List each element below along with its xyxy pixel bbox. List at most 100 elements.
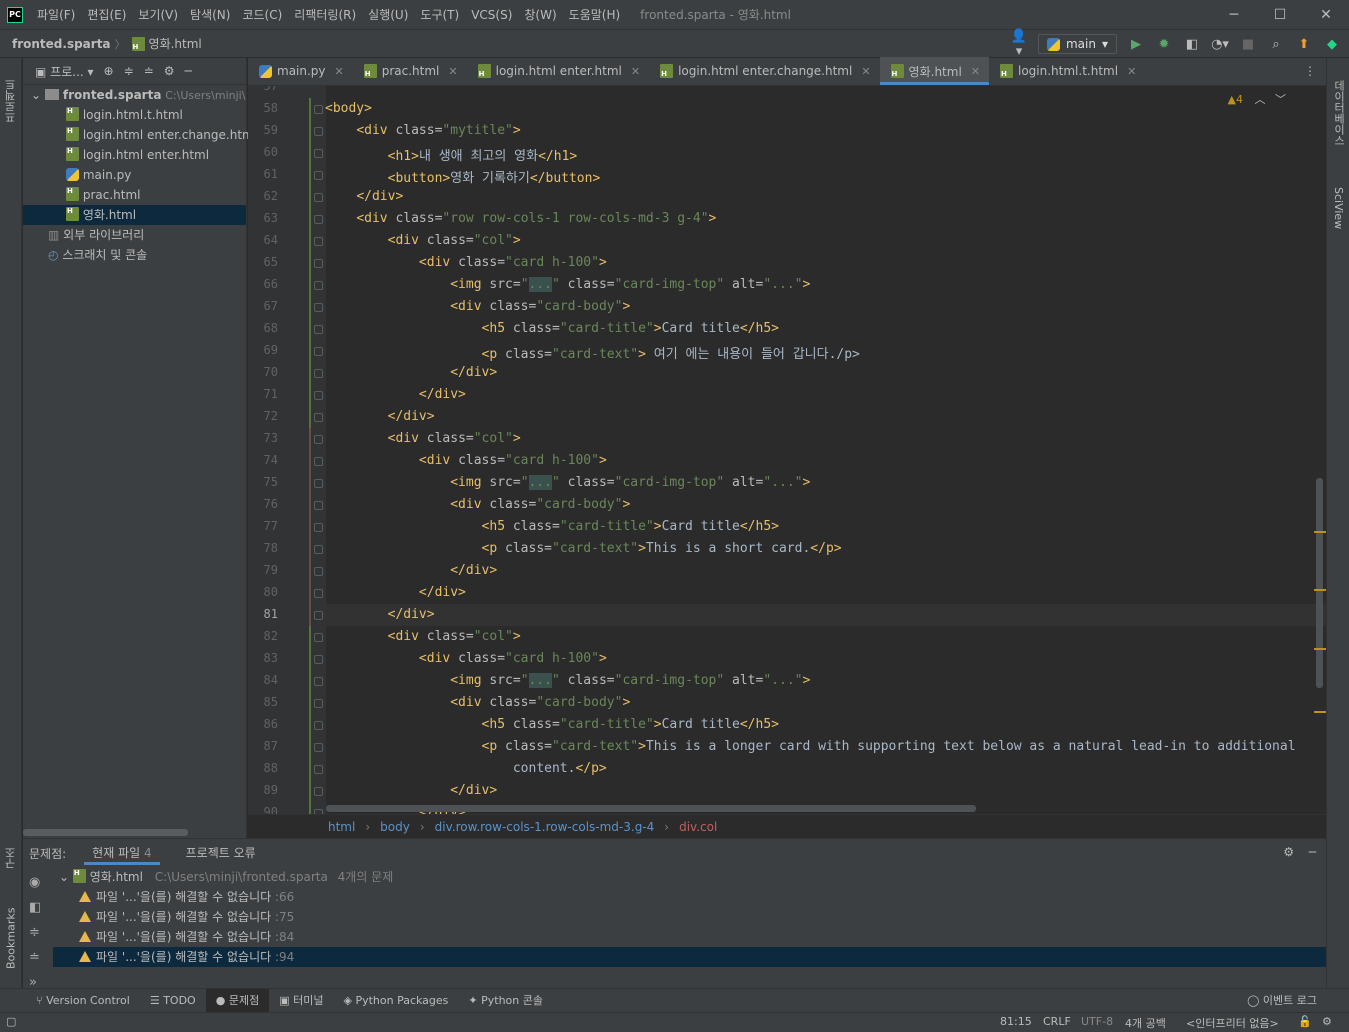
tab-main-py[interactable]: main.py ✕ xyxy=(248,57,353,85)
fold-marker-icon[interactable] xyxy=(314,171,323,180)
tab-project-errors[interactable]: 프로젝트 오류 xyxy=(178,839,264,867)
tab-problems[interactable]: ● 문제점 xyxy=(205,988,270,1013)
tree-file[interactable]: login.html enter.change.html xyxy=(23,121,257,145)
interpreter-selector[interactable]: <인터프리터 없음> xyxy=(1186,1015,1279,1031)
close-tab-icon[interactable]: ✕ xyxy=(335,65,344,78)
menu-window[interactable]: 창(W) xyxy=(518,0,562,30)
gear-icon[interactable]: ⚙ xyxy=(164,64,175,78)
code-line[interactable]: <h5 class="card-title">Card title</h5> xyxy=(325,519,779,534)
menu-help[interactable]: 도움말(H) xyxy=(563,0,627,30)
hide-icon[interactable]: ─ xyxy=(1309,845,1316,859)
project-tool-tab[interactable]: 프로젝트 xyxy=(0,66,22,136)
tab-version-control[interactable]: ⑂ Version Control xyxy=(26,989,140,1013)
fold-marker-icon[interactable] xyxy=(314,523,323,532)
maximize-icon[interactable]: ☐ xyxy=(1257,0,1303,30)
run-icon[interactable]: ▶ xyxy=(1127,37,1145,52)
fold-marker-icon[interactable] xyxy=(314,391,323,400)
tree-file[interactable]: login.html enter.html xyxy=(23,141,246,165)
problem-file-row[interactable]: ⌄ 영화.html C:\Users\minji\fronted.sparta … xyxy=(53,863,1326,887)
code-line[interactable]: </div> xyxy=(325,563,497,578)
code-line[interactable]: <div class="card-body"> xyxy=(325,299,630,314)
code-line[interactable]: </div> xyxy=(325,607,435,622)
stop-icon[interactable]: ■ xyxy=(1239,37,1257,52)
code-line[interactable]: <div class="col"> xyxy=(325,629,521,644)
warning-marker[interactable] xyxy=(1314,648,1326,650)
fold-marker-icon[interactable] xyxy=(314,237,323,246)
fold-marker-icon[interactable] xyxy=(314,721,323,730)
close-tab-icon[interactable]: ✕ xyxy=(448,65,457,78)
code-line[interactable]: </div> xyxy=(325,189,403,204)
code-line[interactable]: <button>영화 기록하기</button> xyxy=(325,167,601,186)
tree-root[interactable]: ⌄ fronted.sparta C:\Users\minji\ xyxy=(23,85,246,105)
code-line[interactable]: content.</p> xyxy=(325,761,607,776)
code-line[interactable]: <h5 class="card-title">Card title</h5> xyxy=(325,717,779,732)
tab-current-file[interactable]: 현재 파일 4 xyxy=(84,839,161,867)
menu-run[interactable]: 실행(U) xyxy=(362,0,414,30)
code-line[interactable]: <div class="card-body"> xyxy=(325,695,630,710)
fold-marker-icon[interactable] xyxy=(314,369,323,378)
breadcrumb-div-col[interactable]: div.col xyxy=(679,820,717,834)
hide-icon[interactable]: ─ xyxy=(185,64,192,78)
code-editor[interactable]: 57 58 59 60 61 62 63 64 65 66 67 68 69 70 71 72 73 74 75 76… xyxy=(248,86,1326,814)
lock-icon[interactable]: 🔓 xyxy=(1298,1015,1312,1028)
run-config-selector[interactable]: main ▾ xyxy=(1037,34,1117,54)
tree-file[interactable]: prac.html xyxy=(23,181,246,205)
vcs-change-marker[interactable] xyxy=(309,428,311,626)
code-line[interactable]: <h5 class="card-title">Card title</h5> xyxy=(325,321,779,336)
close-tab-icon[interactable]: ✕ xyxy=(861,65,870,78)
indent-setting[interactable]: 4개 공백 xyxy=(1125,1015,1166,1031)
vcs-change-marker[interactable] xyxy=(309,626,311,814)
fold-marker-icon[interactable] xyxy=(314,149,323,158)
tab-prac-html[interactable]: prac.html✕ xyxy=(353,57,467,85)
eye-icon[interactable]: ◉ xyxy=(29,875,41,890)
code-line[interactable]: <h1>내 생애 최고의 영화</h1> xyxy=(325,145,578,164)
vertical-scrollbar[interactable] xyxy=(1316,478,1323,688)
code-line[interactable]: </div> xyxy=(325,585,466,600)
tree-scratches[interactable]: ◴ 스크래치 및 콘솔 xyxy=(23,245,246,265)
fold-marker-icon[interactable] xyxy=(314,501,323,510)
preview-icon[interactable]: ◧ xyxy=(29,900,41,915)
breadcrumb-div-row[interactable]: div.row.row-cols-1.row-cols-md-3.g-4 xyxy=(435,820,655,834)
tree-external-libraries[interactable]: ▥ 외부 라이브러리 xyxy=(23,225,246,245)
code-line[interactable]: </div> xyxy=(325,783,497,798)
fold-marker-icon[interactable] xyxy=(314,655,323,664)
problem-item[interactable]: 파일 '...'을(를) 해결할 수 없습니다 :84 xyxy=(53,927,1326,947)
nav-file[interactable]: 영화.html xyxy=(145,35,206,52)
fold-marker-icon[interactable] xyxy=(314,589,323,598)
code-line[interactable]: <p class="card-text">This is a short car… xyxy=(325,541,842,556)
code-line[interactable]: <div class="card-body"> xyxy=(325,497,630,512)
problem-item[interactable]: 파일 '...'을(를) 해결할 수 없습니다 :75 xyxy=(53,907,1326,927)
fold-marker-icon[interactable] xyxy=(314,105,323,114)
code-line[interactable]: <p class="card-text"> 여기 에는 내용이 들어 갑니다./… xyxy=(325,343,860,362)
project-view-selector[interactable]: ▣ 프로... ▾ xyxy=(35,63,94,80)
menu-refactor[interactable]: 리팩터링(R) xyxy=(288,0,362,30)
close-tab-icon[interactable]: ✕ xyxy=(971,65,980,78)
code-line[interactable]: <div class="card h-100"> xyxy=(325,255,607,270)
warning-marker[interactable] xyxy=(1314,589,1326,591)
bookmarks-tool-tab[interactable]: Bookmarks xyxy=(0,898,22,978)
horizontal-scrollbar[interactable] xyxy=(23,829,188,836)
menu-navigate[interactable]: 탐색(N) xyxy=(184,0,236,30)
fold-marker-icon[interactable] xyxy=(314,193,323,202)
horizontal-scrollbar[interactable] xyxy=(326,805,976,812)
locate-icon[interactable]: ⊕ xyxy=(104,64,114,78)
warning-marker[interactable] xyxy=(1314,531,1326,533)
warning-marker[interactable] xyxy=(1314,711,1326,713)
update-icon[interactable]: ⬆ xyxy=(1295,37,1313,52)
expand-all-icon[interactable]: ≑ xyxy=(29,925,41,940)
code-line[interactable]: <div class="col"> xyxy=(325,431,521,446)
nav-project[interactable]: fronted.sparta xyxy=(0,37,115,51)
fold-marker-icon[interactable] xyxy=(314,215,323,224)
problem-item[interactable]: 파일 '...'을(를) 해결할 수 없습니다 :66 xyxy=(53,887,1326,907)
debug-icon[interactable]: ✹ xyxy=(1155,37,1173,52)
fold-marker-icon[interactable] xyxy=(314,787,323,796)
code-line[interactable]: <div class="card h-100"> xyxy=(325,453,607,468)
fold-marker-icon[interactable] xyxy=(314,303,323,312)
vcs-change-marker[interactable] xyxy=(309,98,311,428)
more-options-icon[interactable]: ⋮ xyxy=(1304,64,1316,78)
search-icon[interactable]: ⌕ xyxy=(1267,37,1285,52)
fold-marker-icon[interactable] xyxy=(314,325,323,334)
gear-icon[interactable]: ⚙ xyxy=(1283,845,1294,859)
tab-terminal[interactable]: ▣ 터미널 xyxy=(269,989,333,1013)
code-line[interactable]: <div class="card h-100"> xyxy=(325,651,607,666)
